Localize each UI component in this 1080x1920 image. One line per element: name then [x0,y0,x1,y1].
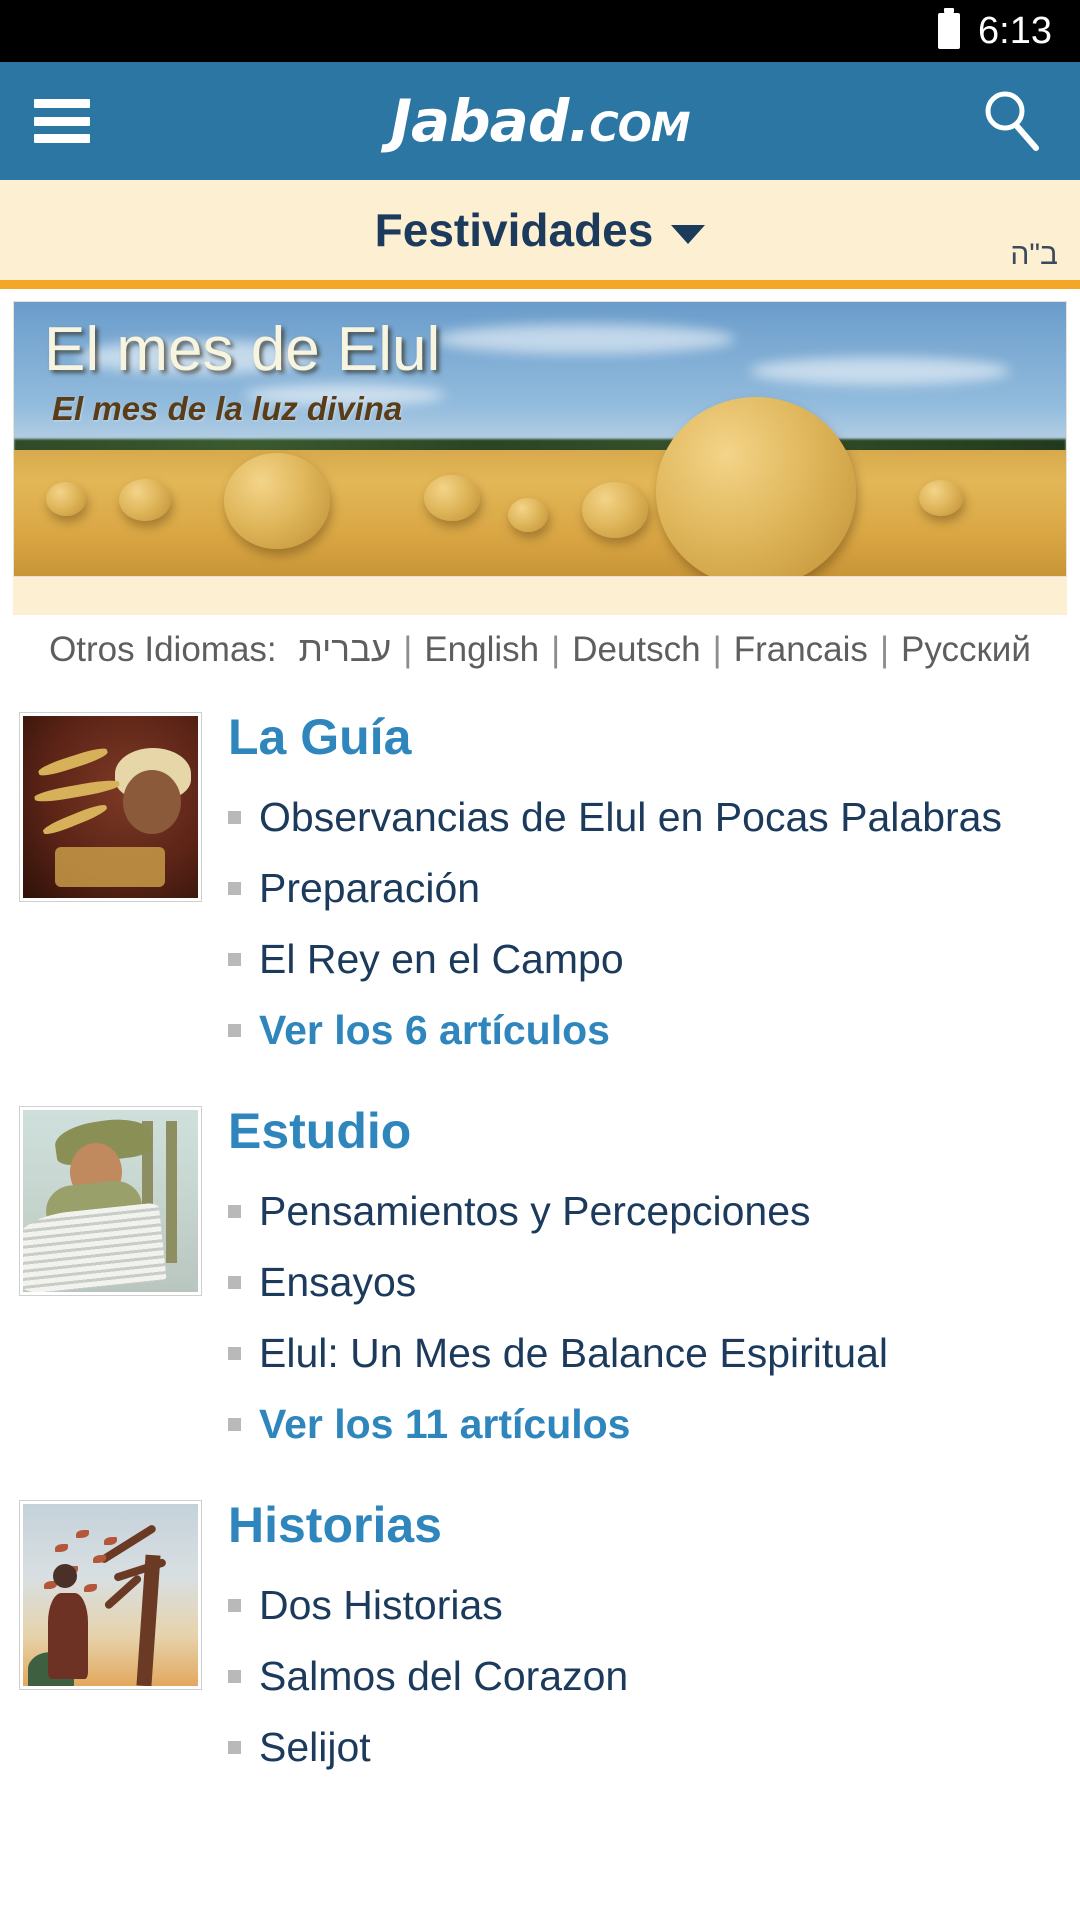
elul-banner-image[interactable]: El mes de Elul El mes de la luz divina [13,301,1067,577]
language-separator: | [403,630,413,669]
section-thumbnail[interactable] [19,1105,202,1296]
torah-scroll-thumbnail [23,715,198,898]
hay-bale [655,396,856,576]
bullet-icon [228,1346,241,1360]
content-section: Historias Dos Historias Salmos del Coraz… [0,1486,1080,1783]
section-title[interactable]: La Guía [228,712,1080,762]
section-thumbnail[interactable] [19,711,202,902]
hamburger-menu-icon[interactable] [34,99,90,143]
language-link-deutsch[interactable]: Deutsch [572,630,700,669]
bullet-icon [228,810,241,824]
other-languages-label: Otros Idiomas: [49,630,277,669]
section-link-list: Dos Historias Salmos del Corazon Selijot [228,1570,1080,1783]
list-item[interactable]: Salmos del Corazon [228,1641,1080,1712]
section-link-list: Pensamientos y Percepciones Ensayos Elul… [228,1176,1080,1460]
language-link-hebrew[interactable]: עברית [299,630,392,669]
bullet-icon [228,952,241,966]
link-label: Ensayos [259,1258,417,1305]
view-all-articles-link[interactable]: Ver los 6 artículos [228,995,1080,1066]
brand-logo: Jabad.COM [0,87,1080,155]
view-all-articles-link[interactable]: Ver los 11 artículos [228,1389,1080,1460]
content-section: Estudio Pensamientos y Percepciones Ensa… [0,1092,1080,1460]
bullet-icon [228,1023,241,1037]
brand-dot: . [568,87,590,155]
battery-icon [938,8,961,49]
language-separator: | [551,630,561,669]
banner-title: El mes de Elul [44,315,441,384]
language-link-russian[interactable]: Русский [901,630,1031,669]
status-bar-clock: 6:13 [978,9,1052,52]
banner-bottom-strip [13,577,1067,615]
autumn-tree-thumbnail [23,1504,198,1687]
section-link-list: Observancias de Elul en Pocas Palabras P… [228,782,1080,1066]
language-link-english[interactable]: English [424,630,539,669]
section-body: Historias Dos Historias Salmos del Coraz… [202,1500,1080,1783]
section-title[interactable]: Estudio [228,1106,1080,1156]
language-link-francais[interactable]: Francais [734,630,868,669]
language-separator: | [879,630,890,669]
banner-subtitle: El mes de la luz divina [52,390,403,427]
chevron-down-icon [671,224,706,244]
festividades-label: Festividades [374,204,654,256]
cloud-decoration [434,323,735,354]
bullet-icon [228,1741,241,1755]
section-title[interactable]: Historias [228,1500,1080,1550]
section-body: La Guía Observancias de Elul en Pocas Pa… [202,712,1080,1066]
app-bar: Jabad.COM [0,62,1080,180]
list-item[interactable]: El Rey en el Campo [228,924,1080,995]
content-section: La Guía Observancias de Elul en Pocas Pa… [0,698,1080,1066]
section-body: Estudio Pensamientos y Percepciones Ensa… [202,1106,1080,1460]
status-bar: 6:13 [0,0,1080,62]
bullet-icon [228,881,241,895]
other-languages-row: Otros Idiomas: עברית | English | Deutsch | Fran… [0,615,1080,672]
link-label: Ver los 11 artículos [259,1401,631,1448]
list-item[interactable]: Elul: Un Mes de Balance Espiritual [228,1318,1080,1389]
hay-bale [582,481,649,538]
list-item[interactable]: Dos Historias [228,1570,1080,1641]
cloud-decoration [750,356,1011,385]
bullet-icon [228,1670,241,1684]
hay-bale [224,452,331,549]
list-item[interactable]: Pensamientos y Percepciones [228,1176,1080,1247]
language-separator: | [712,630,722,669]
list-item[interactable]: Ensayos [228,1247,1080,1318]
link-label: Pensamientos y Percepciones [259,1187,811,1234]
link-label: Dos Historias [259,1582,503,1629]
hay-bale [45,481,86,516]
list-item[interactable]: Selijot [228,1712,1080,1783]
brand-tld: COM [589,105,690,151]
hay-bale [918,479,963,516]
bullet-icon [228,1204,241,1218]
section-nav-bar: Festividades ב"ה [0,180,1080,280]
bullet-icon [228,1275,241,1289]
bh-marker: ב"ה [1010,238,1058,271]
gold-divider [0,280,1080,289]
link-label: Observancias de Elul en Pocas Palabras [259,793,1002,840]
banner-container: El mes de Elul El mes de la luz divina [0,289,1080,577]
link-label: Salmos del Corazon [259,1653,629,1700]
festividades-dropdown[interactable]: Festividades [375,203,706,257]
scholar-studying-thumbnail [23,1109,198,1292]
link-label: Ver los 6 artículos [259,1006,610,1053]
bullet-icon [228,1418,241,1432]
search-icon[interactable] [976,86,1046,156]
link-label: El Rey en el Campo [259,935,624,982]
list-item[interactable]: Preparación [228,853,1080,924]
section-thumbnail[interactable] [19,1500,202,1691]
link-label: Selijot [259,1724,371,1771]
brand-name: Jabad [390,87,569,155]
link-label: Elul: Un Mes de Balance Espiritual [259,1329,888,1376]
list-item[interactable]: Observancias de Elul en Pocas Palabras [228,782,1080,853]
bullet-icon [228,1599,241,1613]
link-label: Preparación [259,864,481,911]
